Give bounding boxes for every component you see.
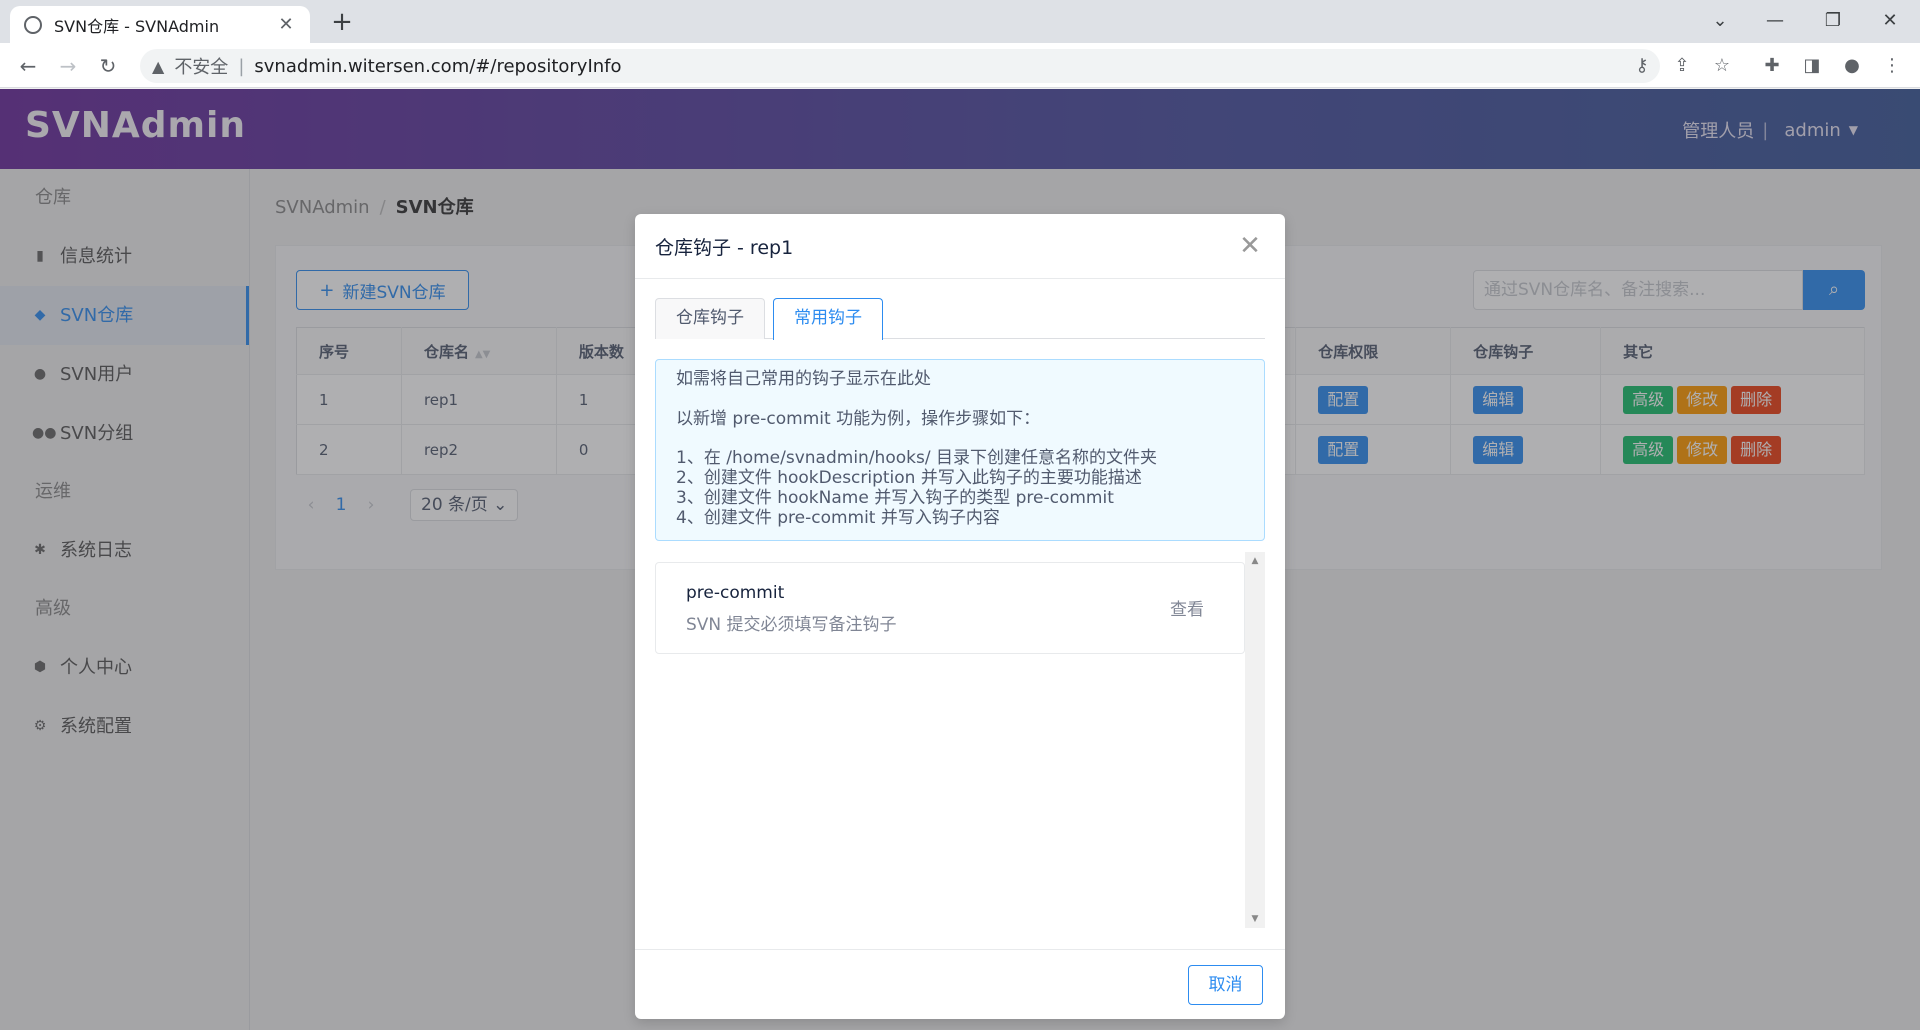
url-separator: | [238,55,245,77]
modal-tabs: 仓库钩子 常用钩子 [655,298,1265,340]
key-icon[interactable]: ⚷ [1629,53,1655,79]
hook-name: pre-commit [686,583,785,603]
back-icon[interactable]: ← [12,50,44,82]
minimize-icon[interactable]: — [1755,4,1795,38]
modal-header: 仓库钩子 - rep1 ✕ [635,214,1285,279]
omnibox[interactable]: ▲ 不安全 | svnadmin.witersen.com/#/reposito… [140,49,1660,83]
menu-icon[interactable]: ⋮ [1879,53,1905,79]
tab-repo-hooks[interactable]: 仓库钩子 [655,298,765,339]
tab-title: SVN仓库 - SVNAdmin [54,16,220,36]
alert-title: 如需将自己常用的钩子显示在此处 [676,369,931,389]
profile-icon[interactable]: ● [1839,53,1865,79]
close-icon[interactable]: ✕ [1235,231,1265,261]
tab-search-icon[interactable]: ⌄ [1700,4,1740,38]
modal-footer: 取消 [635,949,1285,1019]
window-close-icon[interactable]: ✕ [1870,4,1910,38]
info-alert: 如需将自己常用的钩子显示在此处 以新增 pre-commit 功能为例，操作步骤… [655,359,1265,541]
star-icon[interactable]: ☆ [1709,53,1735,79]
extensions-icon[interactable]: ✚ [1759,53,1785,79]
forward-icon[interactable]: → [52,50,84,82]
restore-icon[interactable]: ❐ [1813,4,1853,38]
browser-tab-bar: SVN仓库 - SVNAdmin ✕ + ⌄ — ❐ ✕ [0,0,1920,43]
side-panel-icon[interactable]: ◨ [1799,53,1825,79]
reload-icon[interactable]: ↻ [92,50,124,82]
modal-title: 仓库钩子 - rep1 [655,236,794,259]
scroll-down-icon[interactable]: ▼ [1245,914,1265,924]
scroll-up-icon[interactable]: ▲ [1245,556,1265,566]
share-icon[interactable]: ⇪ [1669,53,1695,79]
scrollbar[interactable]: ▲ ▼ [1245,552,1265,928]
warning-icon: ▲ [152,56,165,76]
alert-step: 2、创建文件 hookDescription 并写入此钩子的主要功能描述 [676,468,1142,488]
alert-step: 1、在 /home/svnadmin/hooks/ 目录下创建任意名称的文件夹 [676,448,1157,468]
globe-icon [24,15,42,34]
hook-description: SVN 提交必须填写备注钩子 [686,615,897,635]
tab-close-icon[interactable]: ✕ [276,14,296,35]
list-item: pre-commit SVN 提交必须填写备注钩子 查看 [655,562,1245,654]
url-text[interactable]: svnadmin.witersen.com/#/repositoryInfo [254,56,621,77]
alert-intro: 以新增 pre-commit 功能为例，操作步骤如下： [676,409,1041,429]
alert-step: 3、创建文件 hookName 并写入钩子的类型 pre-commit [676,488,1114,508]
hooks-modal: 仓库钩子 - rep1 ✕ 仓库钩子 常用钩子 如需将自己常用的钩子显示在此处 … [635,214,1285,1019]
alert-step: 4、创建文件 pre-commit 并写入钩子内容 [676,508,1000,528]
browser-tab[interactable]: SVN仓库 - SVNAdmin ✕ [10,6,310,43]
insecure-label: 不安全 [174,57,229,78]
new-tab-button[interactable]: + [326,6,358,38]
view-hook-button[interactable]: 查看 [1170,595,1204,620]
hooks-list: pre-commit SVN 提交必须填写备注钩子 查看 ▲ ▼ [655,552,1265,928]
tab-common-hooks[interactable]: 常用钩子 [773,298,883,340]
cancel-button[interactable]: 取消 [1188,965,1263,1005]
address-bar: ← → ↻ ▲ 不安全 | svnadmin.witersen.com/#/re… [0,43,1920,88]
